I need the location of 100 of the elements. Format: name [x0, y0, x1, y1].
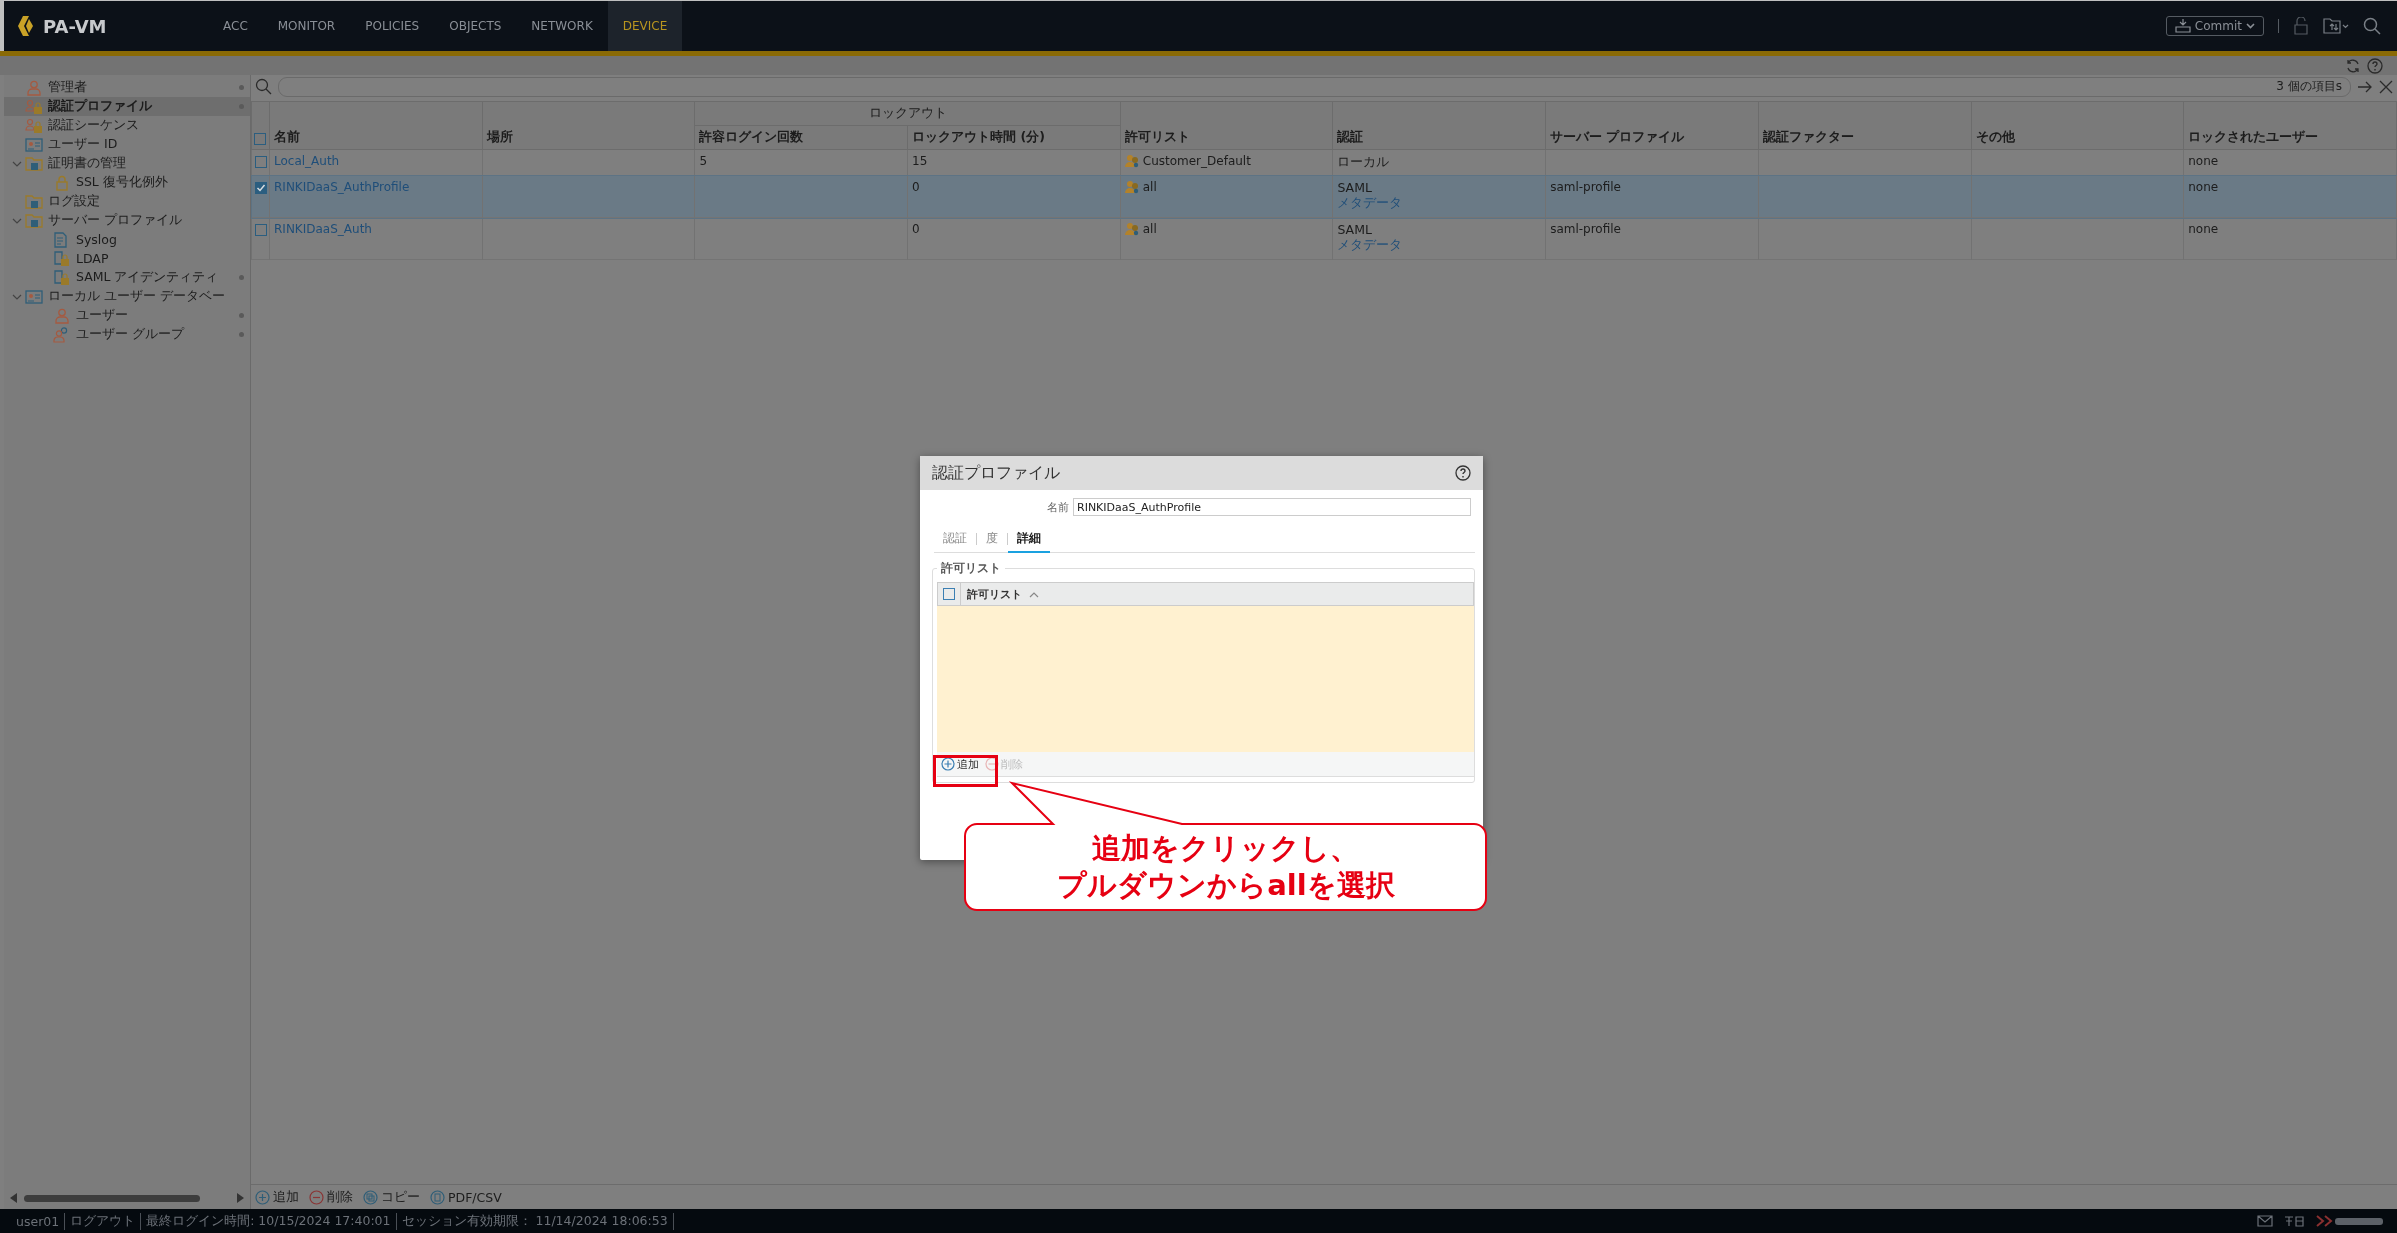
table-cell: SAML — [1337, 222, 1372, 237]
nav-tab[interactable]: OBJECTS — [434, 1, 517, 51]
row-checkbox[interactable] — [254, 223, 267, 236]
commit-button[interactable]: Commit — [2165, 16, 2264, 36]
dialog-tab[interactable]: 詳細 — [1008, 525, 1050, 553]
brand-logo-icon — [2315, 1214, 2385, 1228]
folder-icon — [25, 155, 43, 172]
select-all-checkbox[interactable] — [943, 588, 955, 600]
folder-upload-icon[interactable] — [2323, 18, 2349, 34]
column-header[interactable]: 許容ログイン回数 — [694, 125, 908, 150]
folder-icon — [25, 212, 43, 229]
column-header[interactable]: ロックされたユーザー — [2183, 101, 2397, 150]
sidebar-item[interactable]: SAML アイデンティティ — [4, 268, 250, 287]
refresh-icon[interactable] — [2345, 57, 2361, 74]
user-name: user01 — [16, 1213, 61, 1229]
sidebar-item[interactable]: ユーザー ID — [4, 135, 250, 154]
row-checkbox[interactable] — [254, 181, 267, 194]
toolbar-button[interactable]: コピー — [363, 1188, 420, 1206]
column-header[interactable]: 許可リスト — [1120, 101, 1333, 150]
nav-tab[interactable]: DEVICE — [607, 1, 683, 51]
nav-tab[interactable]: ACC — [208, 1, 263, 51]
sidebar-item[interactable]: サーバー プロファイル — [4, 211, 250, 230]
session-expiry: セッション有効期限： 11/14/2024 18:06:53 — [395, 1212, 674, 1230]
search-icon[interactable] — [2363, 17, 2381, 35]
table-row[interactable]: RINKIDaaS_Auth 0 all SAML メタデータ saml-profile none — [251, 217, 2397, 260]
table-cell: all — [1142, 222, 1157, 236]
list-action-button[interactable]: 追加 — [941, 756, 979, 772]
lock-icon — [53, 174, 71, 191]
scroll-right-icon[interactable] — [236, 1193, 244, 1203]
scrollbar-thumb[interactable] — [24, 1194, 200, 1202]
id-card-icon — [25, 288, 43, 305]
highlight-frame — [933, 755, 998, 787]
help-icon[interactable] — [1455, 465, 1471, 481]
search-icon — [255, 78, 272, 95]
logo-icon — [18, 16, 36, 36]
mail-icon[interactable] — [2257, 1215, 2273, 1227]
table-cell: none — [2188, 180, 2219, 194]
nav-tab[interactable]: MONITOR — [262, 1, 351, 51]
dialog-tab[interactable]: 度 — [977, 525, 1007, 553]
arrow-icon[interactable] — [2357, 79, 2373, 94]
sidebar-item[interactable]: SSL 復号化例外 — [4, 173, 250, 192]
sidebar-item[interactable]: Syslog — [4, 230, 250, 249]
sidebar-item[interactable]: 管理者 — [4, 78, 250, 97]
table-cell: 15 — [912, 154, 928, 168]
table-cell: 0 — [912, 222, 920, 236]
chevron-icon[interactable] — [12, 159, 22, 168]
sidebar-item[interactable]: LDAP — [4, 249, 250, 268]
document-icon — [430, 1189, 445, 1205]
column-header[interactable]: ロックアウト時間 (分) — [907, 125, 1121, 150]
column-header[interactable]: その他 — [1971, 101, 2184, 150]
select-all-checkbox[interactable] — [254, 132, 266, 145]
nav-tab[interactable]: POLICIES — [350, 1, 435, 51]
sort-caret-icon[interactable] — [1029, 590, 1039, 598]
add-icon — [941, 757, 955, 771]
last-login-time: 最終ログイン時間: 10/15/2024 17:40:01 — [140, 1212, 396, 1230]
column-header[interactable]: 名前 — [269, 101, 483, 150]
toolbar-button[interactable]: PDF/CSV — [430, 1189, 502, 1205]
column-header[interactable]: 許可リスト — [960, 583, 1039, 605]
table-cell: saml-profile — [1550, 222, 1621, 236]
sidebar-item[interactable]: ユーザー グループ — [4, 325, 250, 344]
dialog-tab[interactable]: 認証 — [934, 525, 976, 553]
profile-name-link[interactable]: RINKIDaaS_Auth — [274, 222, 372, 236]
sidebar-item[interactable]: ローカル ユーザー データベー — [4, 287, 250, 306]
chevron-icon[interactable] — [12, 292, 22, 301]
table-row[interactable]: RINKIDaaS_AuthProfile 0 all SAML メタデータ saml-profile none — [251, 175, 2397, 218]
column-group-header: ロックアウト — [694, 101, 1121, 126]
lock-icon[interactable] — [2293, 17, 2309, 35]
language-icon[interactable] — [2283, 1215, 2305, 1227]
profile-name-link[interactable]: Local_Auth — [274, 154, 340, 168]
name-field[interactable]: RINKIDaaS_AuthProfile — [1073, 498, 1471, 516]
search-field[interactable]: 3 個の項目s — [278, 76, 2351, 97]
product-name: PA-VM — [43, 15, 107, 37]
toolbar-button[interactable]: 削除 — [309, 1188, 353, 1206]
sidebar-item[interactable]: 認証シーケンス — [4, 116, 250, 135]
people-icon — [1124, 154, 1140, 168]
chevron-icon[interactable] — [12, 216, 22, 225]
metadata-link[interactable]: メタデータ — [1337, 237, 1403, 252]
sidebar-item[interactable]: 証明書の管理 — [4, 154, 250, 173]
table-cell: saml-profile — [1550, 180, 1621, 194]
delete-icon — [309, 1189, 324, 1205]
column-header[interactable]: サーバー プロファイル — [1545, 101, 1759, 150]
scroll-left-icon[interactable] — [10, 1193, 18, 1203]
table-cell: none — [2188, 222, 2219, 236]
table-cell: SAML — [1337, 180, 1372, 195]
item-count: 3 個の項目s — [2276, 78, 2342, 95]
sidebar-item[interactable]: ユーザー — [4, 306, 250, 325]
column-header[interactable]: 認証ファクター — [1758, 101, 1971, 150]
person-icon — [53, 307, 71, 324]
section-title: 許可リスト — [940, 561, 1002, 576]
sidebar-item[interactable]: ログ設定 — [4, 192, 250, 211]
toolbar-button[interactable]: 追加 — [255, 1188, 299, 1206]
column-header[interactable]: 場所 — [482, 101, 695, 150]
row-checkbox[interactable] — [254, 155, 267, 168]
column-header[interactable]: 認証 — [1332, 101, 1546, 150]
sidebar-item[interactable]: 認証プロファイル — [4, 97, 250, 116]
close-icon[interactable] — [2379, 79, 2393, 94]
id-card-icon — [25, 136, 43, 153]
nav-tab[interactable]: NETWORK — [516, 1, 608, 51]
logout-link[interactable]: ログアウト — [64, 1212, 141, 1230]
document-lock-icon — [53, 250, 71, 267]
